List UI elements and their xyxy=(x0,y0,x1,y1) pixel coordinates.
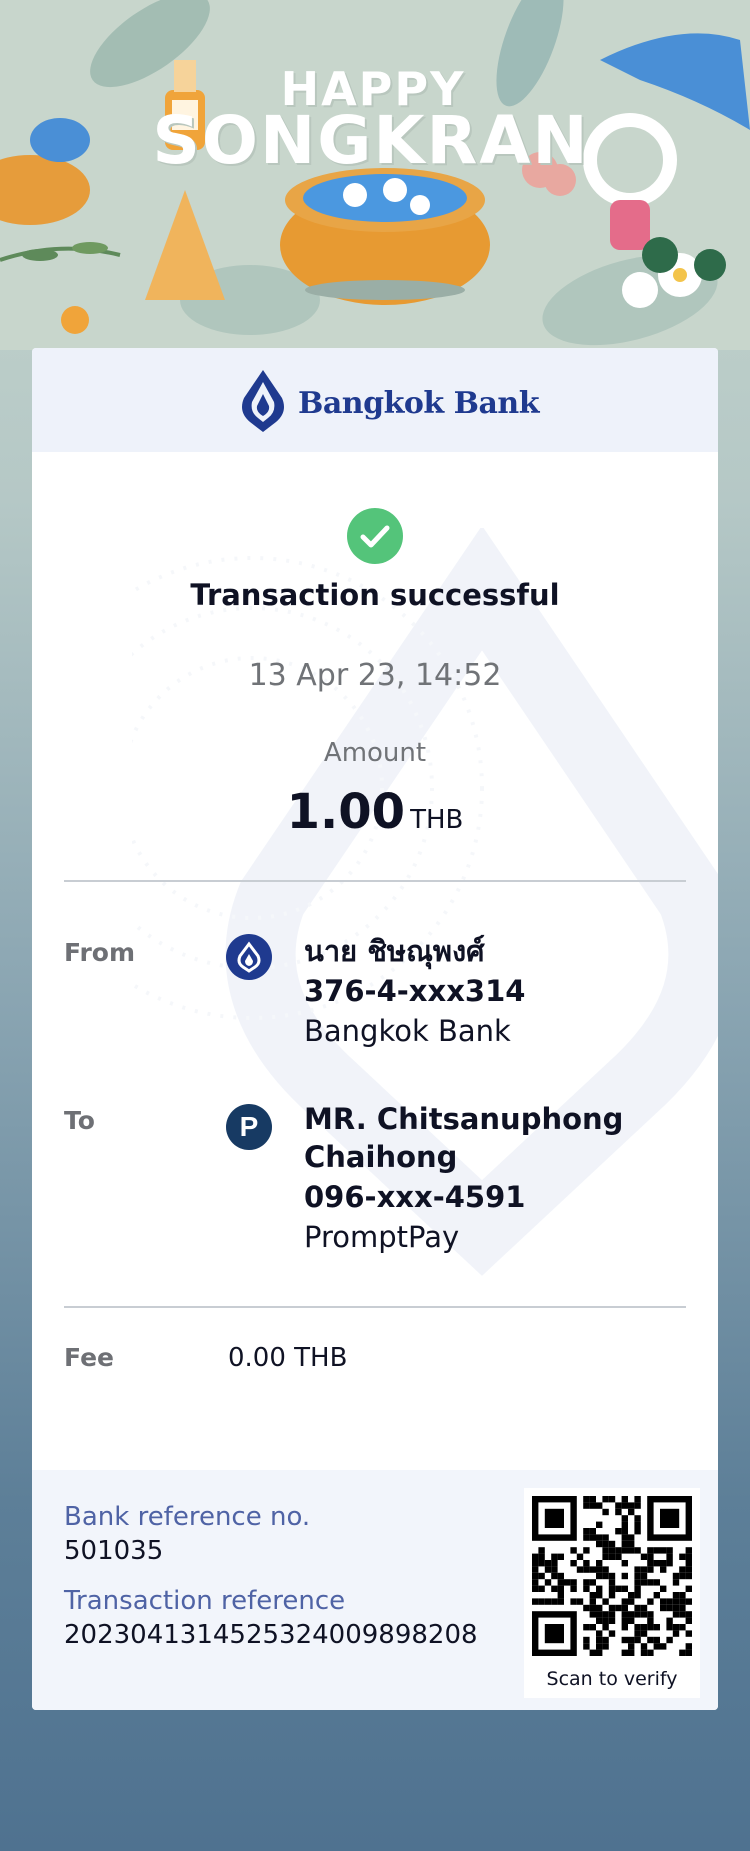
amount-label: Amount xyxy=(323,738,427,768)
to-party: MR. Chitsanuphong Chaihong 096-xxx-4591 … xyxy=(304,1100,694,1256)
divider xyxy=(64,1306,686,1308)
banner-title-songkran: SONGKRAN xyxy=(152,102,590,179)
to-account: 096-xxx-4591 xyxy=(304,1180,526,1214)
to-label: To xyxy=(64,1106,95,1135)
from-label: From xyxy=(64,938,136,967)
promptpay-icon: P xyxy=(226,1104,272,1150)
bank-name: Bangkok Bank xyxy=(298,386,540,421)
fee-label: Fee xyxy=(64,1343,114,1372)
from-account: 376-4-xxx314 xyxy=(304,974,526,1008)
reference-footer: Bank reference no. 501035 Transaction re… xyxy=(32,1470,718,1710)
to-bank: PromptPay xyxy=(304,1220,460,1254)
qr-caption: Scan to verify xyxy=(546,1668,678,1690)
bank-reference-value: 501035 xyxy=(64,1536,164,1566)
qr-verify[interactable]: Scan to verify xyxy=(524,1488,700,1698)
qr-code-icon[interactable] xyxy=(532,1496,692,1656)
fee-value: 0.00 THB xyxy=(228,1343,348,1373)
songkran-banner: HAPPY SONGKRAN xyxy=(0,0,750,350)
to-name-line1: MR. Chitsanuphong xyxy=(304,1102,624,1136)
check-circle-icon xyxy=(347,508,403,564)
from-party: นาย ชิษณุพงศ์ 376-4-xxx314 Bangkok Bank xyxy=(304,932,694,1050)
bangkok-bank-icon xyxy=(226,934,272,980)
from-bank: Bangkok Bank xyxy=(304,1014,511,1048)
from-name: นาย ชิษณุพงศ์ xyxy=(304,934,485,968)
amount-value: 1.00 xyxy=(286,784,406,840)
bank-reference-label: Bank reference no. xyxy=(64,1502,311,1532)
transaction-reference-value: 2023041314525324009898208 xyxy=(64,1620,478,1650)
transaction-datetime: 13 Apr 23, 14:52 xyxy=(248,658,502,693)
bank-logo: Bangkok Bank xyxy=(238,368,540,438)
amount-currency: THB xyxy=(410,805,464,835)
bangkok-bank-lotus-icon xyxy=(242,370,284,432)
transaction-status: Transaction successful xyxy=(190,578,560,612)
receipt-card: Bangkok Bank Transaction successful 13 A… xyxy=(32,348,718,1710)
transaction-reference-label: Transaction reference xyxy=(64,1586,346,1616)
divider xyxy=(64,880,686,882)
to-name-line2: Chaihong xyxy=(304,1140,458,1174)
amount: 1.00 THB xyxy=(32,784,718,840)
bank-header: Bangkok Bank xyxy=(32,348,718,452)
